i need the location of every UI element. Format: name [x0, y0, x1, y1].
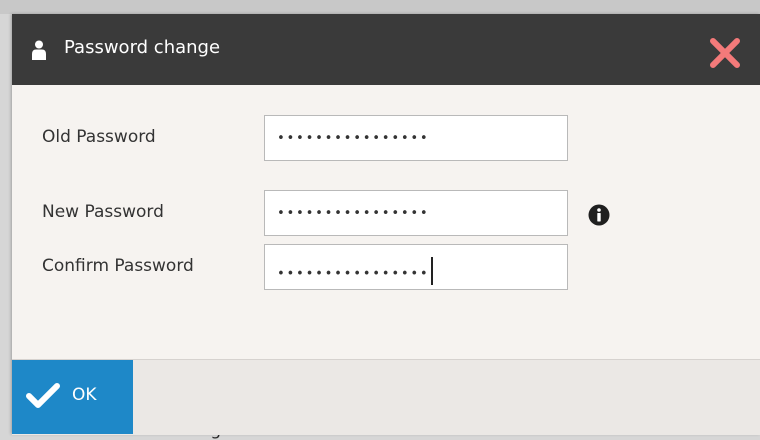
ok-button[interactable]: OK	[12, 360, 133, 434]
old-password-value: ••••••••••••••••	[277, 131, 430, 146]
confirm-password-value: ••••••••••••••••	[277, 257, 434, 288]
password-change-dialog: Password change Old Password •••••••••••…	[12, 14, 760, 435]
new-password-field[interactable]: ••••••••••••••••	[264, 190, 568, 236]
ok-button-label: OK	[72, 385, 97, 405]
background-window	[0, 0, 760, 14]
dialog-titlebar: Password change	[12, 14, 760, 85]
confirm-password-masked: ••••••••••••••••	[277, 266, 430, 282]
info-icon[interactable]	[588, 204, 610, 226]
checkmark-icon	[26, 383, 60, 408]
new-password-label: New Password	[42, 202, 164, 222]
dialog-title: Password change	[64, 37, 221, 58]
close-icon[interactable]	[708, 36, 742, 70]
text-cursor	[431, 257, 434, 285]
old-password-field[interactable]: ••••••••••••••••	[264, 115, 568, 161]
user-icon	[32, 40, 46, 60]
old-password-label: Old Password	[42, 127, 156, 147]
confirm-password-field[interactable]: ••••••••••••••••	[264, 244, 568, 290]
confirm-password-label: Confirm Password	[42, 256, 194, 276]
new-password-value: ••••••••••••••••	[277, 206, 430, 221]
